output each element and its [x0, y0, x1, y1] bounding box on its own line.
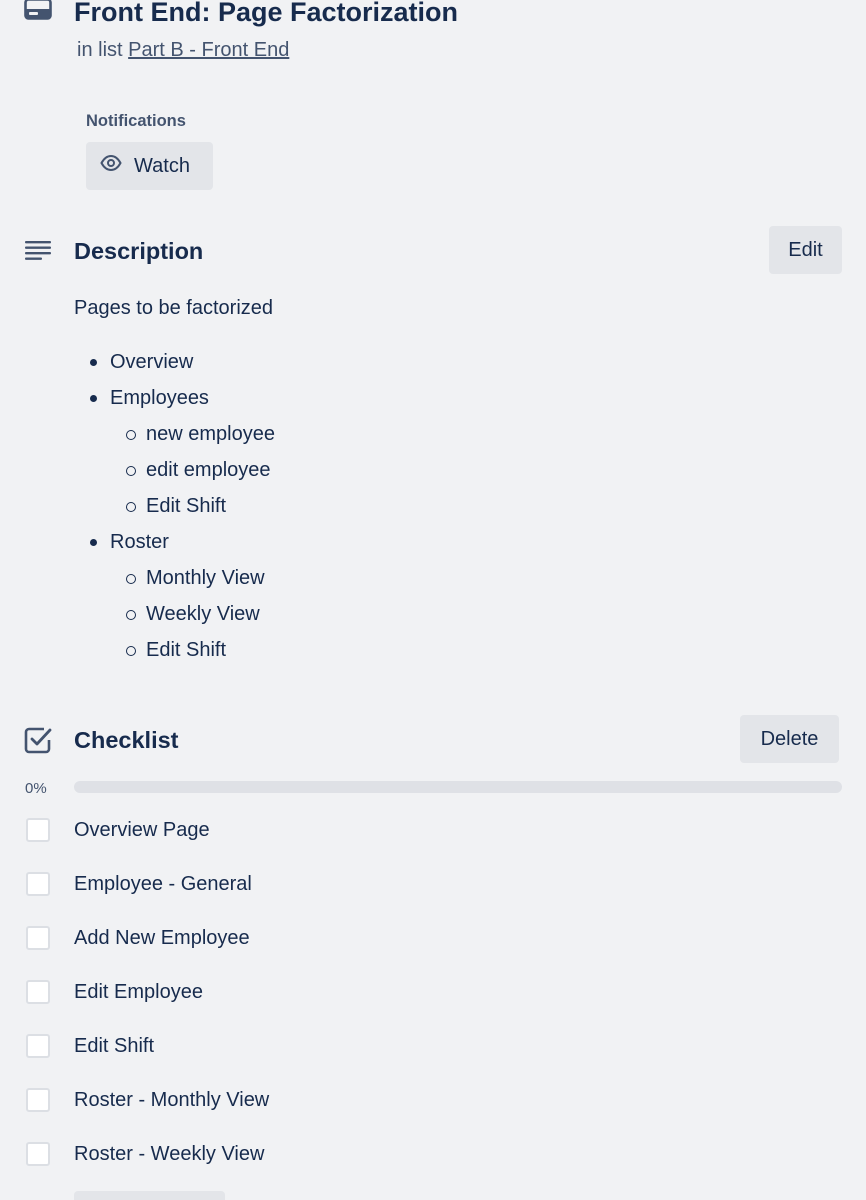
in-list-text: in list Part B - Front End — [77, 37, 289, 63]
checklist-item-label[interactable]: Overview Page — [74, 817, 210, 843]
card-icon — [24, 0, 52, 22]
description-list-item: Edit Shift — [74, 636, 275, 672]
checklist-item-label[interactable]: Edit Employee — [74, 979, 203, 1005]
checklist-item-checkbox[interactable] — [26, 818, 50, 842]
description-list-item: edit employee — [74, 456, 275, 492]
description-list-item: Overview — [74, 348, 275, 384]
description-list-item: Weekly View — [74, 600, 275, 636]
watch-button[interactable]: Watch — [86, 142, 213, 190]
description-lines-icon — [24, 236, 52, 264]
description-title: Description — [74, 238, 204, 264]
notifications-label: Notifications — [86, 112, 186, 130]
progress-bar — [74, 781, 842, 793]
checklist-item: Edit Shift — [26, 1033, 154, 1059]
watch-label: Watch — [134, 154, 190, 177]
checklist-item: Roster - Weekly View — [26, 1141, 264, 1167]
description-intro: Pages to be factorized — [74, 297, 274, 319]
description-list: Overview Employees new employee edit employ… — [74, 348, 275, 672]
checklist-item-checkbox[interactable] — [26, 1088, 50, 1112]
eye-icon — [100, 152, 122, 180]
description-list-item: Employees — [74, 384, 275, 420]
checklist-item: Edit Employee — [26, 979, 203, 1005]
checklist-item: Add New Employee — [26, 925, 250, 951]
description-list-item: Edit Shift — [74, 492, 275, 528]
checklist-title: Checklist — [74, 727, 179, 753]
checklist-item-checkbox[interactable] — [26, 872, 50, 896]
add-item-button[interactable] — [74, 1191, 225, 1200]
checklist-item-checkbox[interactable] — [26, 980, 50, 1004]
checklist-item-checkbox[interactable] — [26, 1034, 50, 1058]
checklist-item-label[interactable]: Roster - Weekly View — [74, 1141, 264, 1167]
delete-checklist-button[interactable]: Delete — [740, 715, 839, 763]
checklist-item-checkbox[interactable] — [26, 1142, 50, 1166]
progress-percent: 0% — [25, 780, 47, 797]
checklist-item-label[interactable]: Edit Shift — [74, 1033, 154, 1059]
checkbox-checked-icon — [24, 726, 52, 754]
description-list-item: Roster — [74, 528, 275, 564]
in-list-prefix: in list — [77, 39, 123, 61]
description-list-item: Monthly View — [74, 564, 275, 600]
edit-description-button[interactable]: Edit — [769, 226, 842, 274]
list-link[interactable]: Part B - Front End — [128, 39, 289, 61]
checklist-item: Roster - Monthly View — [26, 1087, 269, 1113]
card-title: Front End: Page Factorization — [74, 0, 459, 27]
checklist-item: Overview Page — [26, 817, 210, 843]
checklist-item-label[interactable]: Roster - Monthly View — [74, 1087, 269, 1113]
checklist-item-label[interactable]: Add New Employee — [74, 925, 250, 951]
checklist-item-label[interactable]: Employee - General — [74, 871, 252, 897]
checklist-item: Employee - General — [26, 871, 252, 897]
checklist-item-checkbox[interactable] — [26, 926, 50, 950]
description-list-item: new employee — [74, 420, 275, 456]
